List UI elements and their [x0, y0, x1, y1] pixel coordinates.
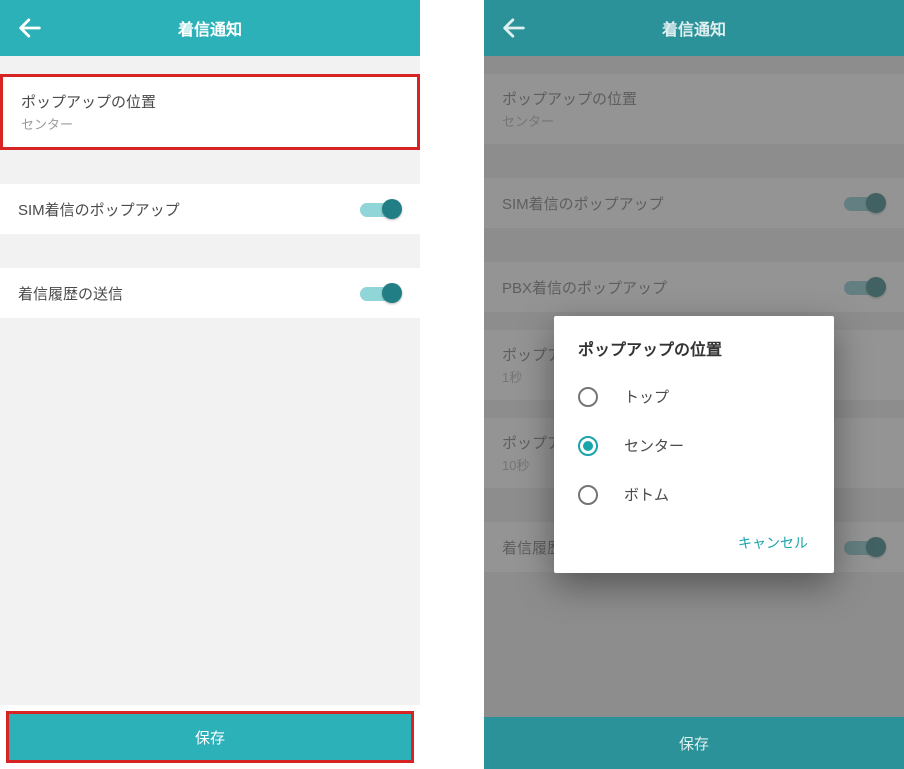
save-wrapper: 保存 — [0, 705, 420, 769]
toggle-thumb — [382, 199, 402, 219]
sim-popup-label: SIM着信のポップアップ — [18, 199, 180, 220]
gap — [0, 56, 420, 74]
dialog-option-bottom[interactable]: ボトム — [554, 470, 834, 519]
send-history-toggle[interactable] — [360, 282, 402, 304]
content-area: ポップアップの位置 センター SIM着信のポップアップ 着信履歴の送信 — [0, 56, 420, 705]
phone-right: 着信通知 ポップアップの位置 センター SIM着信のポップアップ PBX着信のポ… — [484, 0, 904, 769]
dialog-option-label: ボトム — [624, 484, 669, 505]
header-title: 着信通知 — [662, 16, 726, 40]
back-arrow-icon[interactable] — [16, 14, 44, 42]
popup-position-dialog: ポップアップの位置 トップ センター ボトム キャンセル — [554, 316, 834, 573]
back-arrow-icon — [500, 14, 528, 42]
dialog-option-label: センター — [624, 435, 684, 456]
send-history-label: 着信履歴の送信 — [18, 283, 123, 304]
send-history-row[interactable]: 着信履歴の送信 — [0, 268, 420, 318]
divider-gap — [420, 0, 484, 769]
dialog-option-center[interactable]: センター — [554, 421, 834, 470]
content-area: ポップアップの位置 センター SIM着信のポップアップ PBX着信のポップアップ… — [484, 56, 904, 717]
gap — [0, 150, 420, 184]
save-label: 保存 — [679, 733, 709, 754]
popup-position-value: センター — [21, 114, 156, 133]
dialog-option-label: トップ — [624, 386, 669, 407]
dialog-title: ポップアップの位置 — [554, 336, 834, 372]
header-title: 着信通知 — [178, 16, 242, 40]
save-button: 保存 — [484, 717, 904, 769]
save-label: 保存 — [195, 727, 225, 748]
save-button[interactable]: 保存 — [6, 711, 414, 763]
radio-icon — [578, 387, 598, 407]
gap — [0, 234, 420, 268]
dialog-option-top[interactable]: トップ — [554, 372, 834, 421]
dialog-cancel-button[interactable]: キャンセル — [728, 525, 818, 561]
app-header: 着信通知 — [0, 0, 420, 56]
popup-position-row[interactable]: ポップアップの位置 センター — [0, 74, 420, 150]
dialog-actions: キャンセル — [554, 519, 834, 565]
radio-icon — [578, 485, 598, 505]
phone-left: 着信通知 ポップアップの位置 センター SIM着信のポップアップ 着信履歴の送信 — [0, 0, 420, 769]
sim-popup-toggle[interactable] — [360, 198, 402, 220]
sim-popup-row[interactable]: SIM着信のポップアップ — [0, 184, 420, 234]
toggle-thumb — [382, 283, 402, 303]
app-header: 着信通知 — [484, 0, 904, 56]
radio-checked-icon — [578, 436, 598, 456]
popup-position-label: ポップアップの位置 — [21, 91, 156, 112]
